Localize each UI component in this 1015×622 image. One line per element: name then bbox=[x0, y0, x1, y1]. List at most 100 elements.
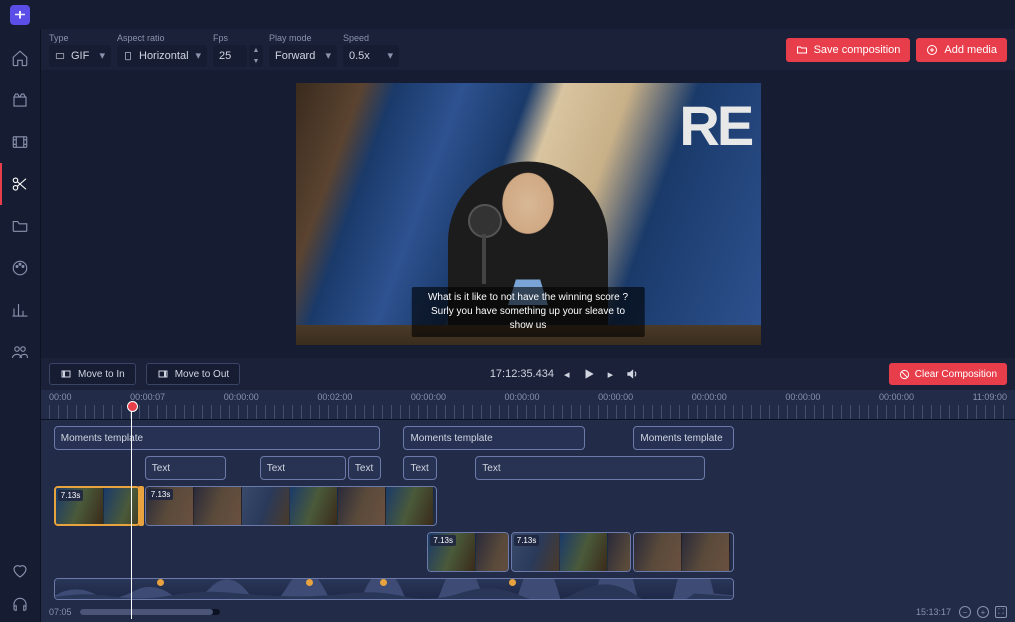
moments-clip[interactable]: Moments template bbox=[633, 426, 734, 450]
gif-icon bbox=[55, 51, 65, 61]
nav-cut[interactable] bbox=[0, 163, 41, 205]
speed-select[interactable]: 0.5x ▾ bbox=[343, 45, 399, 67]
clip-thumbnail bbox=[386, 487, 434, 525]
prev-frame-button[interactable]: ◂ bbox=[564, 368, 570, 381]
people-icon bbox=[11, 343, 29, 361]
video-clip[interactable]: 7.13s bbox=[145, 486, 437, 526]
video-preview[interactable]: RE What is it like to not have the winni… bbox=[296, 83, 761, 345]
text-clip[interactable]: Text bbox=[348, 456, 382, 480]
nav-home[interactable] bbox=[0, 37, 41, 79]
clip-thumbnail bbox=[634, 533, 682, 571]
clip-trim-handle[interactable] bbox=[138, 486, 144, 526]
ruler-label: 00:00:00 bbox=[411, 392, 446, 402]
app-logo[interactable] bbox=[0, 0, 41, 29]
video-microphone bbox=[468, 204, 502, 238]
sidebar bbox=[0, 0, 41, 622]
nav-heart[interactable] bbox=[0, 562, 41, 580]
text-track[interactable]: TextTextTextTextText bbox=[49, 456, 1007, 480]
nav-people[interactable] bbox=[0, 331, 41, 373]
speed-value: 0.5x bbox=[349, 50, 370, 62]
nav-camera[interactable] bbox=[0, 79, 41, 121]
text-clip[interactable]: Text bbox=[260, 456, 346, 480]
chevron-down-icon: ▾ bbox=[387, 49, 393, 62]
text-clip[interactable]: Text bbox=[403, 456, 437, 480]
fps-down[interactable]: ▼ bbox=[249, 56, 263, 67]
ruler-label: 00:00:00 bbox=[505, 392, 540, 402]
ruler-label: 00:00:00 bbox=[879, 392, 914, 402]
timeline-scrollbar[interactable] bbox=[80, 609, 220, 615]
moments-track[interactable]: Moments template Moments template Moments … bbox=[49, 426, 1007, 450]
text-clip[interactable]: Text bbox=[145, 456, 226, 480]
in-icon bbox=[60, 368, 72, 380]
zoom-out-button[interactable]: − bbox=[959, 606, 971, 618]
next-frame-button[interactable]: ▸ bbox=[608, 368, 614, 381]
timeline-footer: 07:05 15:13:17 − + ⛶ bbox=[41, 602, 1015, 622]
wave-marker[interactable] bbox=[306, 579, 313, 586]
nav-support[interactable] bbox=[0, 596, 41, 614]
video-track-2[interactable]: 7.13s 7.13s bbox=[49, 532, 1007, 572]
clear-composition-button[interactable]: Clear Composition bbox=[889, 363, 1007, 385]
home-icon bbox=[11, 49, 29, 67]
video-clip[interactable] bbox=[633, 532, 734, 572]
fps-up[interactable]: ▲ bbox=[249, 45, 263, 56]
timecode: 17:12:35.434 bbox=[490, 368, 554, 380]
video-clip[interactable]: 7.13s bbox=[54, 486, 140, 526]
transport-bar: Move to In Move to Out 17:12:35.434 ◂ ▸ … bbox=[41, 358, 1015, 390]
nav-folder[interactable] bbox=[0, 205, 41, 247]
nav-chart[interactable] bbox=[0, 289, 41, 331]
fps-value: 25 bbox=[219, 50, 231, 62]
out-icon bbox=[157, 368, 169, 380]
clip-thumbnail bbox=[194, 487, 242, 525]
volume-icon bbox=[625, 367, 639, 381]
video-track-1[interactable]: 7.13s 7.13s bbox=[49, 486, 1007, 526]
play-button[interactable] bbox=[582, 367, 596, 381]
play-icon bbox=[582, 367, 596, 381]
type-select[interactable]: GIF ▾ bbox=[49, 45, 111, 67]
aspect-select[interactable]: Horizontal ▾ bbox=[117, 45, 207, 67]
ruler-label: 00:00:00 bbox=[598, 392, 633, 402]
wave-marker[interactable] bbox=[157, 579, 164, 586]
save-label: Save composition bbox=[814, 44, 901, 56]
aspect-label: Aspect ratio bbox=[117, 33, 207, 43]
chart-icon bbox=[11, 301, 29, 319]
add-media-button[interactable]: Add media bbox=[916, 38, 1007, 62]
fps-field[interactable]: 25 bbox=[213, 45, 247, 67]
zoom-in-button[interactable]: + bbox=[977, 606, 989, 618]
playmode-label: Play mode bbox=[269, 33, 337, 43]
volume-button[interactable] bbox=[625, 367, 639, 381]
clip-thumbnail bbox=[338, 487, 386, 525]
playhead[interactable] bbox=[131, 404, 132, 619]
clip-thumbnail bbox=[560, 533, 608, 571]
chevron-down-icon: ▾ bbox=[195, 49, 201, 62]
scissors-icon bbox=[11, 175, 29, 193]
moments-clip[interactable]: Moments template bbox=[54, 426, 380, 450]
move-to-out-button[interactable]: Move to Out bbox=[146, 363, 240, 385]
video-clip[interactable]: 7.13s bbox=[427, 532, 508, 572]
ruler-label: 00:02:00 bbox=[317, 392, 352, 402]
moments-clip[interactable]: Moments template bbox=[403, 426, 585, 450]
palette-icon bbox=[11, 259, 29, 277]
ruler-label: 11:09:00 bbox=[973, 392, 1007, 402]
fps-label: Fps bbox=[213, 33, 263, 43]
text-clip[interactable]: Text bbox=[475, 456, 705, 480]
footer-left-time: 07:05 bbox=[49, 607, 72, 617]
move-to-in-button[interactable]: Move to In bbox=[49, 363, 136, 385]
nav-film[interactable] bbox=[0, 121, 41, 163]
timeline-ruler[interactable]: 00:0000:00:0700:00:0000:02:0000:00:0000:… bbox=[41, 390, 1015, 420]
playmode-select[interactable]: Forward ▾ bbox=[269, 45, 337, 67]
ruler-label: 00:00:00 bbox=[224, 392, 259, 402]
audio-track[interactable] bbox=[49, 578, 1007, 600]
scroll-thumb[interactable] bbox=[80, 609, 213, 615]
nav-tag[interactable] bbox=[0, 247, 41, 289]
clip-duration-badge: 7.13s bbox=[148, 489, 174, 500]
video-clip[interactable]: 7.13s bbox=[511, 532, 631, 572]
add-label: Add media bbox=[944, 44, 997, 56]
clip-duration-badge: 7.13s bbox=[430, 535, 456, 546]
film-icon bbox=[11, 133, 29, 151]
device-icon bbox=[123, 51, 133, 61]
move-out-label: Move to Out bbox=[175, 369, 229, 380]
ruler-label: 00:00:00 bbox=[785, 392, 820, 402]
zoom-fit-button[interactable]: ⛶ bbox=[995, 606, 1007, 618]
ruler-label: 00:00 bbox=[49, 392, 72, 402]
save-composition-button[interactable]: Save composition bbox=[786, 38, 911, 62]
